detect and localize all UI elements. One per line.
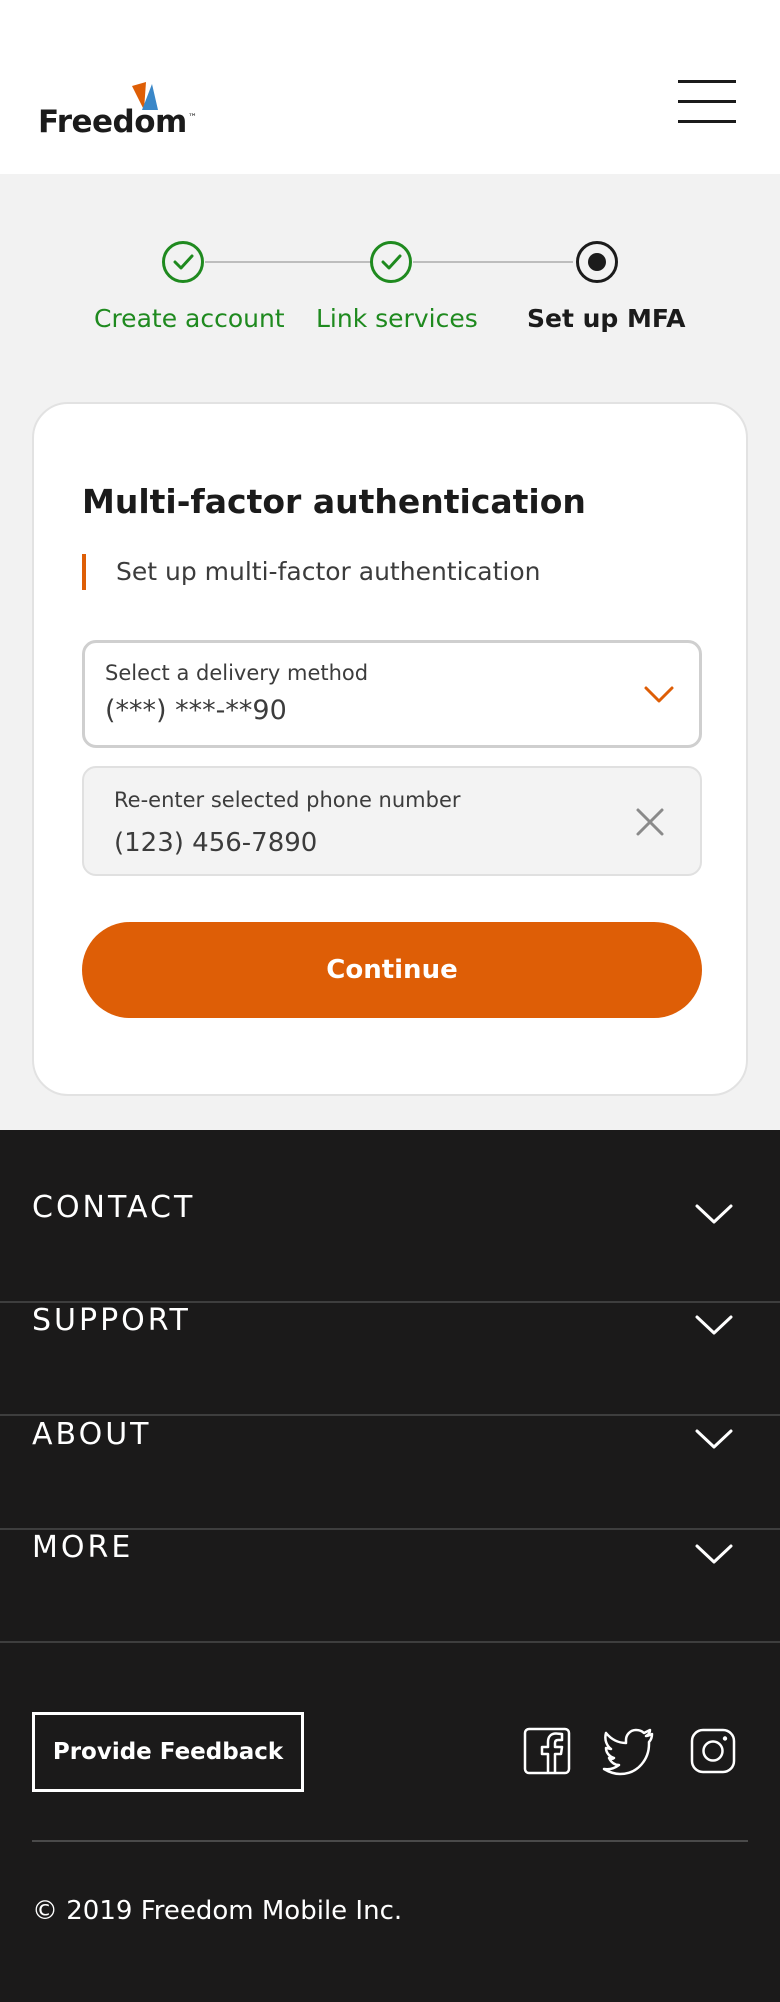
- logo-text: Freedom: [38, 104, 187, 140]
- current-step-icon: [576, 241, 618, 283]
- chevron-down-icon: [695, 1544, 733, 1564]
- footer-section-label: SUPPORT: [32, 1303, 191, 1338]
- check-circle-icon: [162, 241, 204, 283]
- hamburger-menu-button[interactable]: [678, 80, 738, 124]
- phone-number-field: Re-enter selected phone number: [82, 766, 702, 876]
- twitter-icon[interactable]: [602, 1726, 656, 1776]
- provide-feedback-button[interactable]: Provide Feedback: [32, 1712, 304, 1792]
- footer-section-about[interactable]: ABOUT: [0, 1417, 780, 1530]
- footer-section-contact[interactable]: CONTACT: [0, 1190, 780, 1303]
- footer-divider: [32, 1840, 748, 1842]
- step-label-create-account: Create account: [94, 304, 285, 333]
- instagram-icon[interactable]: [688, 1726, 738, 1776]
- phone-number-label: Re-enter selected phone number: [114, 788, 461, 812]
- footer-section-label: CONTACT: [32, 1190, 196, 1225]
- footer-section-label: MORE: [32, 1530, 134, 1565]
- footer-section-support[interactable]: SUPPORT: [0, 1303, 780, 1416]
- delivery-method-label: Select a delivery method: [105, 661, 369, 685]
- chevron-down-icon: [695, 1429, 733, 1449]
- delivery-method-select[interactable]: Select a delivery method (***) ***-**90: [82, 640, 702, 748]
- freedom-logo[interactable]: Freedom ™: [38, 80, 198, 140]
- chevron-down-icon: [644, 686, 674, 703]
- chevron-down-icon: [695, 1204, 733, 1224]
- chevron-down-icon: [695, 1315, 733, 1335]
- progress-stepper: Create account Link services Set up MFA: [0, 174, 780, 394]
- facebook-icon[interactable]: [522, 1726, 572, 1776]
- logo-trademark: ™: [188, 113, 197, 123]
- step-connector: [205, 261, 371, 263]
- check-circle-icon: [370, 241, 412, 283]
- site-header: Freedom ™: [0, 0, 780, 174]
- step-label-set-up-mfa: Set up MFA: [527, 304, 686, 333]
- card-title: Multi-factor authentication: [82, 482, 586, 521]
- footer-section-more[interactable]: MORE: [0, 1530, 780, 1643]
- step-connector: [413, 261, 573, 263]
- footer-section-label: ABOUT: [32, 1417, 152, 1452]
- mfa-card: Multi-factor authentication Set up multi…: [32, 402, 748, 1096]
- step-label-link-services: Link services: [316, 304, 478, 333]
- copyright-text: © 2019 Freedom Mobile Inc.: [32, 1896, 403, 1926]
- clear-close-icon[interactable]: [632, 804, 668, 840]
- card-subtitle: Set up multi-factor authentication: [82, 554, 541, 590]
- continue-button[interactable]: Continue: [82, 922, 702, 1018]
- site-footer: CONTACT SUPPORT ABOUT MORE Provide Feedb…: [0, 1130, 780, 2002]
- phone-number-input[interactable]: [114, 824, 614, 862]
- delivery-method-value: (***) ***-**90: [105, 695, 287, 726]
